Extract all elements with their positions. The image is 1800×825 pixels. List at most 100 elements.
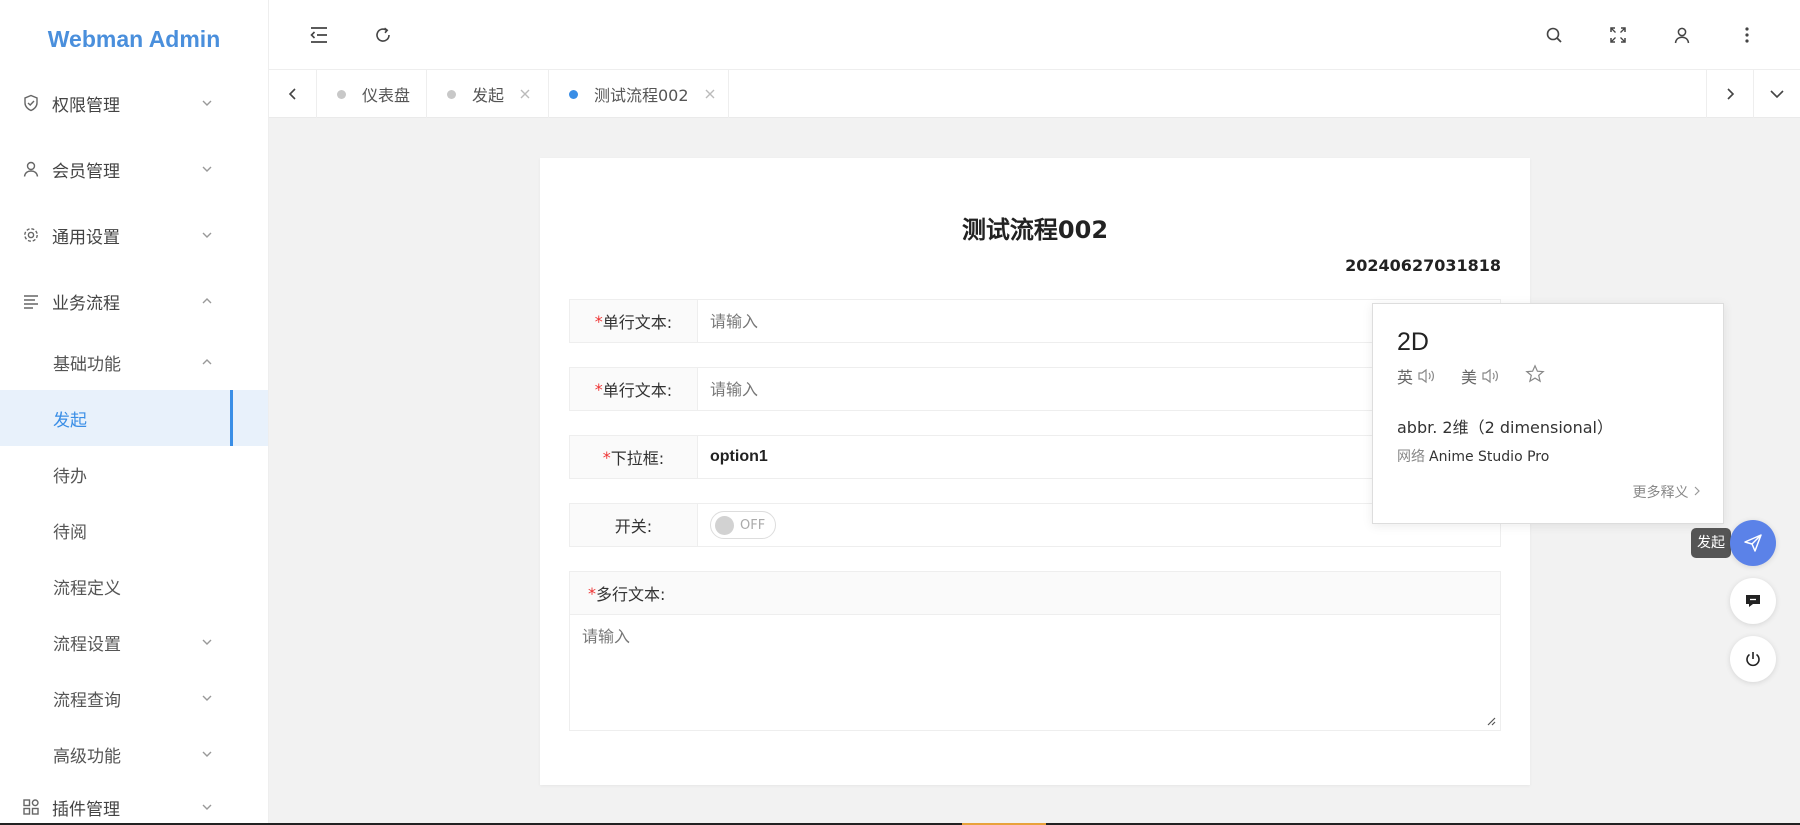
toggle-knob [715,515,734,535]
chevron-right-icon [1694,486,1700,496]
paper-plane-icon [1744,534,1762,552]
sidebar-item-label: 会员管理 [52,161,120,182]
top-header [269,0,1800,70]
sidebar-item-label: 流程设置 [53,634,121,655]
dictionary-popup: 2D 英 美 abbr. 2维（2 dimensional） 网络 Anime S… [1372,303,1724,524]
form-serial-number: 20240627031818 [1345,256,1501,275]
chevron-down-icon [1770,90,1784,99]
field-row-textarea: * 多行文本: [569,571,1501,731]
chevron-down-icon [202,695,212,701]
fab-tooltip: 发起 [1691,528,1731,558]
field-row-text-1: * 单行文本: [569,299,1501,343]
sidebar-item-business-flow[interactable]: 业务流程 [0,268,268,334]
refresh-icon[interactable] [370,22,396,48]
sidebar-item-advanced[interactable]: 高级功能 [0,726,268,782]
shield-icon [22,94,40,112]
menu-collapse-icon[interactable] [306,22,332,48]
sidebar-item-initiate[interactable]: 发起 [0,390,268,446]
sidebar-item-permissions[interactable]: 权限管理 [0,70,268,136]
chevron-down-icon [202,100,212,106]
sidebar-item-label: 待阅 [53,522,87,543]
message-icon [1746,595,1760,607]
sidebar-item-label: 流程定义 [53,578,121,599]
field-label: * 多行文本: [570,572,1500,615]
pronunciation-us[interactable]: 美 [1461,364,1501,388]
chevron-down-icon [202,232,212,238]
sidebar-item-label: 插件管理 [52,799,120,820]
field-row-text-2: * 单行文本: [569,367,1501,411]
close-icon[interactable] [518,87,532,101]
power-icon [1746,652,1760,667]
power-fab-button[interactable] [1730,636,1776,682]
popup-web-definition: 网络 Anime Studio Pro [1397,449,1550,465]
app-logo[interactable]: Webman Admin [0,0,268,70]
sidebar-item-flow-query[interactable]: 流程查询 [0,670,268,726]
grid-icon [22,798,40,816]
gear-icon [22,226,40,244]
chevron-down-icon [202,804,212,810]
submit-fab-button[interactable] [1730,520,1776,566]
tab-label: 发起 [472,86,505,105]
chevron-down-icon [202,751,212,757]
user-profile-icon[interactable] [1669,22,1695,48]
sidebar-item-settings[interactable]: 通用设置 [0,202,268,268]
field-label: 开关: [570,504,698,546]
sidebar-item-label: 基础功能 [53,354,121,375]
chevron-down-icon [202,639,212,645]
popup-definition: abbr. 2维（2 dimensional） [1397,418,1613,437]
tab-label: 测试流程002 [594,86,689,105]
more-definitions-link[interactable]: 更多释义 [1633,482,1701,502]
pronunciation-uk[interactable]: 英 [1397,364,1437,388]
sidebar-item-label: 待办 [53,466,87,487]
sidebar-item-label: 高级功能 [53,746,121,767]
tab-initiate[interactable]: 发起 [427,70,549,118]
tab-bar: 仪表盘 发起 测试流程002 [269,70,1800,118]
chevron-up-icon [202,359,212,365]
close-icon[interactable] [703,87,717,101]
field-row-select: * 下拉框: option1 [569,435,1501,479]
field-row-switch: 开关: OFF [569,503,1501,547]
chevron-right-icon [1727,88,1735,100]
tab-dot [447,89,456,99]
field-label: * 下拉框: [570,436,698,478]
toggle-state: OFF [740,517,766,533]
star-icon[interactable] [1525,364,1545,384]
form-title: 测试流程002 [961,216,1109,244]
fullscreen-icon[interactable] [1605,22,1631,48]
chevron-left-icon [288,88,296,100]
speaker-icon [1418,368,1434,384]
sidebar-item-label: 发起 [53,410,87,431]
toggle-switch[interactable]: OFF [710,511,776,539]
chevron-down-icon [202,166,212,172]
list-icon [22,292,40,310]
sidebar-item-plugins[interactable]: 插件管理 [0,782,268,825]
tab-label: 仪表盘 [362,86,411,105]
multi-line-textarea[interactable] [570,615,1500,729]
tab-dropdown-button[interactable] [1754,70,1800,118]
sidebar-item-label: 业务流程 [52,293,120,314]
tab-test-flow-002[interactable]: 测试流程002 [549,70,729,118]
field-label: * 单行文本: [570,368,698,410]
tab-dot [337,89,346,99]
sidebar-group-basic[interactable]: 基础功能 [0,334,268,390]
tab-scroll-left-button[interactable] [269,70,317,118]
sidebar-item-label: 权限管理 [52,95,120,116]
sidebar: Webman Admin 权限管理 会员管理 通用设置 业务流程 基础功能 发起 [0,0,269,825]
feedback-fab-button[interactable] [1730,578,1776,624]
sidebar-item-flow-settings[interactable]: 流程设置 [0,614,268,670]
sidebar-item-label: 流程查询 [53,690,121,711]
field-label: * 单行文本: [570,300,698,342]
tab-scroll-right-button[interactable] [1706,70,1754,118]
sidebar-item-todo[interactable]: 待办 [0,446,268,502]
sidebar-item-flow-definition[interactable]: 流程定义 [0,558,268,614]
user-icon [22,160,40,178]
sidebar-item-label: 通用设置 [52,227,120,248]
popup-word: 2D [1397,328,1429,356]
more-vertical-icon[interactable] [1734,22,1760,48]
chevron-up-icon [202,298,212,304]
sidebar-item-members[interactable]: 会员管理 [0,136,268,202]
search-icon[interactable] [1541,22,1567,48]
resize-grip-icon[interactable] [1486,716,1496,726]
tab-dashboard[interactable]: 仪表盘 [317,70,427,118]
sidebar-item-toread[interactable]: 待阅 [0,502,268,558]
